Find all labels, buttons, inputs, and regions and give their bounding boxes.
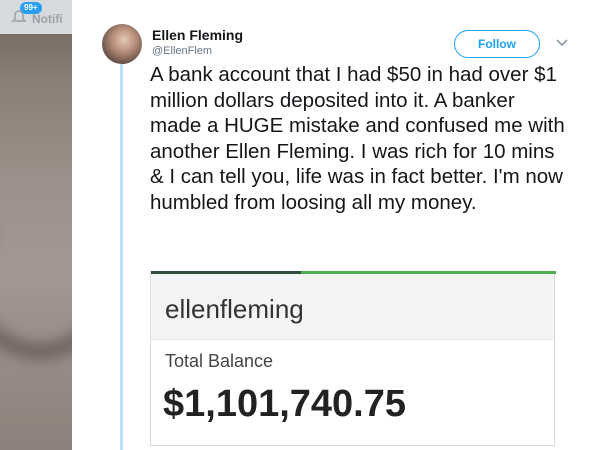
screen: 99+ Notifi Ellen Fleming @EllenFlem Foll… <box>0 0 600 450</box>
tweet-card: Ellen Fleming @EllenFlem Follow A bank a… <box>72 0 600 450</box>
embedded-bank-screenshot[interactable]: ellenfleming Total Balance $1,101,740.75 <box>150 271 556 446</box>
balance-value: $1,101,740.75 <box>163 383 407 425</box>
tweet-text: A bank account that I had $50 in had ove… <box>150 63 565 214</box>
bank-account-name: ellenfleming <box>165 294 304 324</box>
follow-button[interactable]: Follow <box>454 30 540 58</box>
background-blur-shape <box>0 200 72 360</box>
background-page: 99+ Notifi <box>0 0 72 450</box>
thread-line <box>120 64 123 450</box>
chevron-down-icon[interactable] <box>555 38 569 48</box>
avatar[interactable] <box>102 24 142 64</box>
embed-header: ellenfleming <box>151 274 554 340</box>
background-topbar: 99+ Notifi <box>0 0 72 34</box>
user-name[interactable]: Ellen Fleming <box>152 27 243 43</box>
user-handle[interactable]: @EllenFlem <box>152 45 212 57</box>
balance-label: Total Balance <box>165 351 274 371</box>
notifications-tab-label[interactable]: Notifi <box>32 12 63 26</box>
